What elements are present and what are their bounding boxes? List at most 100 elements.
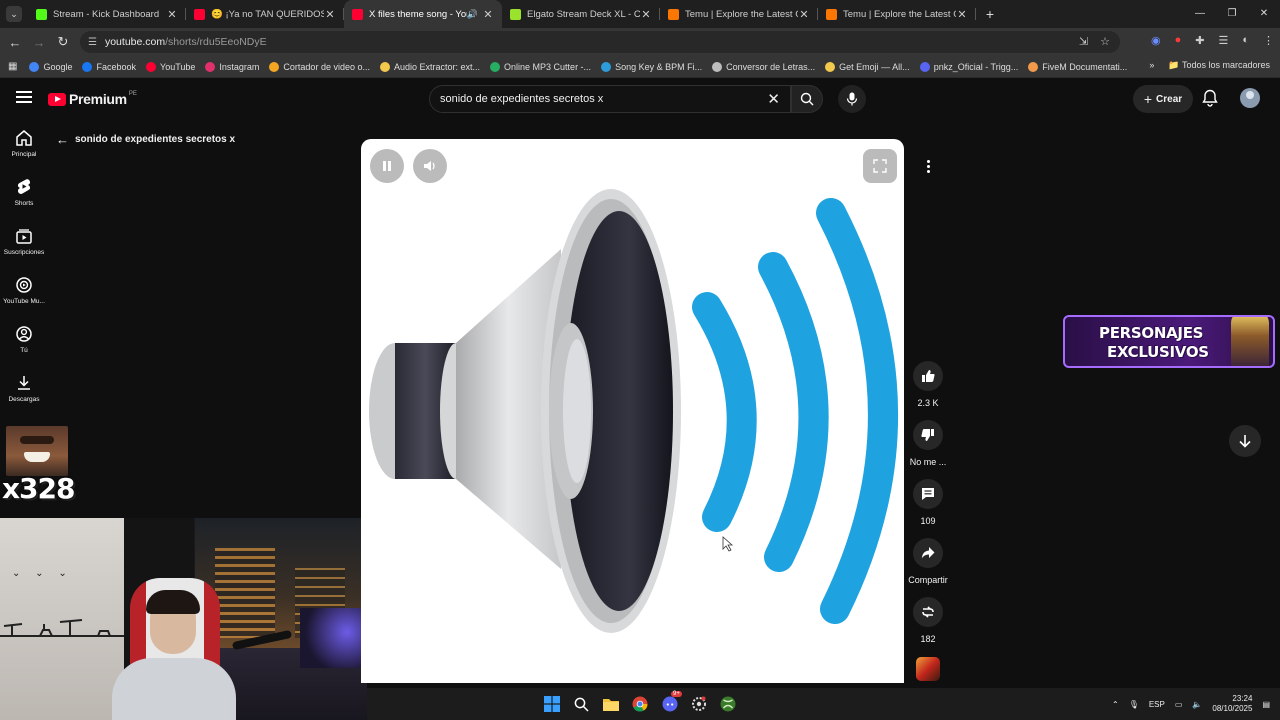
bookmark-item[interactable]: Get Emoji — All... bbox=[825, 61, 910, 72]
rail-item[interactable]: Principal bbox=[0, 119, 48, 168]
bookmark-label: Song Key & BPM Fi... bbox=[615, 61, 703, 72]
tab-close-icon[interactable]: ✕ bbox=[640, 8, 652, 21]
settings-gear-icon[interactable] bbox=[690, 695, 708, 713]
bookmark-item[interactable]: Facebook bbox=[82, 61, 136, 72]
like-button[interactable] bbox=[913, 361, 943, 391]
input-language[interactable]: ESP bbox=[1149, 700, 1165, 709]
tab-close-icon[interactable]: ✕ bbox=[798, 8, 810, 21]
rail-item[interactable]: Shorts bbox=[0, 168, 48, 217]
rail-item[interactable]: YouTube Mu... bbox=[0, 266, 48, 315]
tray-mic-icon[interactable]: 🎙 bbox=[1129, 700, 1139, 709]
like-action[interactable]: 2.3 K bbox=[906, 361, 950, 420]
profile-icon[interactable]: ◐ bbox=[1242, 34, 1249, 47]
youtube-logo[interactable]: Premium PE bbox=[48, 91, 137, 107]
forward-icon[interactable]: → bbox=[27, 35, 51, 50]
tab-close-icon[interactable]: ✕ bbox=[324, 8, 336, 21]
browser-tab[interactable]: Temu | Explore the Latest Cloth✕ bbox=[818, 0, 976, 28]
clock-time: 23:24 bbox=[1232, 694, 1253, 703]
bookmark-item[interactable]: Cortador de video o... bbox=[269, 61, 370, 72]
browser-tab[interactable]: Elgato Stream Deck XL - Contro✕ bbox=[502, 0, 660, 28]
remix-button[interactable] bbox=[913, 597, 943, 627]
all-bookmarks-link[interactable]: 📁 Todos los marcadores bbox=[1168, 60, 1270, 71]
sound-source-thumbnail[interactable] bbox=[916, 657, 940, 681]
create-button[interactable]: + Crear bbox=[1133, 85, 1193, 113]
more-options-icon[interactable] bbox=[918, 155, 938, 177]
bookmark-item[interactable]: Audio Extractor: ext... bbox=[379, 61, 480, 72]
arrow-left-icon[interactable]: ← bbox=[56, 132, 69, 147]
tray-overflow-icon[interactable]: ⌃ bbox=[1112, 700, 1119, 709]
pause-button[interactable] bbox=[370, 149, 404, 183]
address-bar[interactable]: ☰ youtube.com/shorts/rdu5EeoNDyE ⇲ ☆ bbox=[80, 31, 1120, 53]
voice-search-button[interactable] bbox=[838, 85, 866, 113]
new-tab-button[interactable]: + bbox=[980, 6, 1000, 22]
xbox-icon[interactable] bbox=[719, 695, 737, 713]
chrome-icon[interactable] bbox=[631, 695, 649, 713]
volume-button[interactable] bbox=[413, 149, 447, 183]
reload-icon[interactable]: ↻ bbox=[51, 34, 75, 50]
fullscreen-icon bbox=[873, 159, 887, 173]
browser-tab[interactable]: X files theme song - YouTub🔊 ✕ bbox=[344, 0, 502, 28]
remix-action[interactable]: 182 bbox=[906, 597, 950, 656]
close-window-icon[interactable]: ✕ bbox=[1248, 0, 1280, 28]
restore-icon[interactable]: ❐ bbox=[1216, 0, 1248, 28]
notifications-bell-icon[interactable] bbox=[1202, 89, 1218, 107]
file-explorer-icon[interactable] bbox=[602, 695, 620, 713]
extensions-icon[interactable]: ✚ bbox=[1195, 34, 1204, 47]
rail-item[interactable]: Suscripciones bbox=[0, 217, 48, 266]
back-icon[interactable]: ← bbox=[3, 35, 27, 50]
apps-grid-icon[interactable]: ▦ bbox=[8, 61, 17, 72]
taskbar-search-icon[interactable] bbox=[572, 695, 590, 713]
rail-item[interactable]: Tú bbox=[0, 315, 48, 364]
tab-close-icon[interactable]: ✕ bbox=[482, 8, 494, 21]
back-to-results[interactable]: ← sonido de expedientes secretos x bbox=[56, 132, 235, 147]
minimize-icon[interactable]: — bbox=[1184, 0, 1216, 28]
comments-button[interactable] bbox=[913, 479, 943, 509]
browser-tab[interactable]: Stream - Kick Dashboard ✕ bbox=[28, 0, 186, 28]
bookmark-item[interactable]: YouTube bbox=[146, 61, 195, 72]
bookmark-item[interactable]: Instagram bbox=[205, 61, 259, 72]
bookmark-item[interactable]: FiveM Documentati... bbox=[1028, 61, 1127, 72]
tab-search-button[interactable]: ⌄ bbox=[6, 6, 22, 22]
dislike-button[interactable] bbox=[913, 420, 943, 450]
browser-tab[interactable]: 😊 ¡Ya no TAN QUERIDOS! 😡✕ bbox=[186, 0, 344, 28]
account-avatar[interactable] bbox=[1240, 88, 1260, 108]
search-input[interactable]: sonido de expedientes secretos x ✕ bbox=[429, 85, 791, 113]
notification-center-icon[interactable]: ▤ bbox=[1262, 700, 1270, 709]
bookmark-item[interactable]: Google bbox=[29, 61, 72, 72]
browser-tab[interactable]: Temu | Explore the Latest Cloth✕ bbox=[660, 0, 818, 28]
bookmark-item[interactable]: pnkz_Oficial - Trigg... bbox=[919, 61, 1018, 72]
extension-record-icon[interactable]: ● bbox=[1175, 34, 1182, 47]
microphone-icon bbox=[846, 92, 858, 106]
bookmark-item[interactable]: Song Key & BPM Fi... bbox=[601, 61, 703, 72]
windows-start-icon[interactable] bbox=[543, 695, 561, 713]
fullscreen-button[interactable] bbox=[863, 149, 897, 183]
tab-audio-icon[interactable]: 🔊 bbox=[467, 9, 478, 20]
tab-list-icon[interactable]: ☰ bbox=[1218, 34, 1228, 47]
menu-icon[interactable] bbox=[16, 91, 32, 103]
speaker-icon[interactable]: 🔈 bbox=[1192, 700, 1202, 709]
share-action[interactable]: Compartir bbox=[906, 538, 950, 597]
tab-favicon-icon bbox=[826, 8, 837, 20]
browser-tab-strip: ⌄ Stream - Kick Dashboard ✕ 😊 ¡Ya no TAN Q… bbox=[0, 0, 1280, 28]
dislike-action[interactable]: No me ... bbox=[906, 420, 950, 479]
clear-search-icon[interactable]: ✕ bbox=[767, 90, 780, 108]
site-info-icon[interactable]: ☰ bbox=[88, 37, 97, 48]
extension-audio-icon[interactable]: ◉ bbox=[1151, 34, 1161, 47]
rail-item[interactable]: Descargas bbox=[0, 364, 48, 413]
shorts-video-player[interactable] bbox=[361, 139, 904, 683]
tab-close-icon[interactable]: ✕ bbox=[166, 8, 178, 21]
comments-action[interactable]: 109 bbox=[906, 479, 950, 538]
discord-icon[interactable]: 9+ bbox=[661, 691, 682, 713]
menu-kebab-icon[interactable]: ⋮ bbox=[1263, 34, 1274, 47]
install-app-icon[interactable]: ⇲ bbox=[1079, 35, 1088, 48]
bookmark-item[interactable]: Online MP3 Cutter -... bbox=[490, 61, 591, 72]
bookmark-item[interactable]: Conversor de Letras... bbox=[712, 61, 815, 72]
search-button[interactable] bbox=[791, 85, 823, 113]
taskbar-clock[interactable]: 23:24 08/10/2025 bbox=[1212, 694, 1252, 714]
bookmarks-overflow-icon[interactable]: » bbox=[1149, 60, 1154, 71]
bookmark-star-icon[interactable]: ☆ bbox=[1100, 35, 1110, 48]
next-short-button[interactable] bbox=[1229, 425, 1261, 457]
share-button[interactable] bbox=[913, 538, 943, 568]
network-icon[interactable]: ▭ bbox=[1175, 700, 1183, 709]
tab-close-icon[interactable]: ✕ bbox=[956, 8, 968, 21]
